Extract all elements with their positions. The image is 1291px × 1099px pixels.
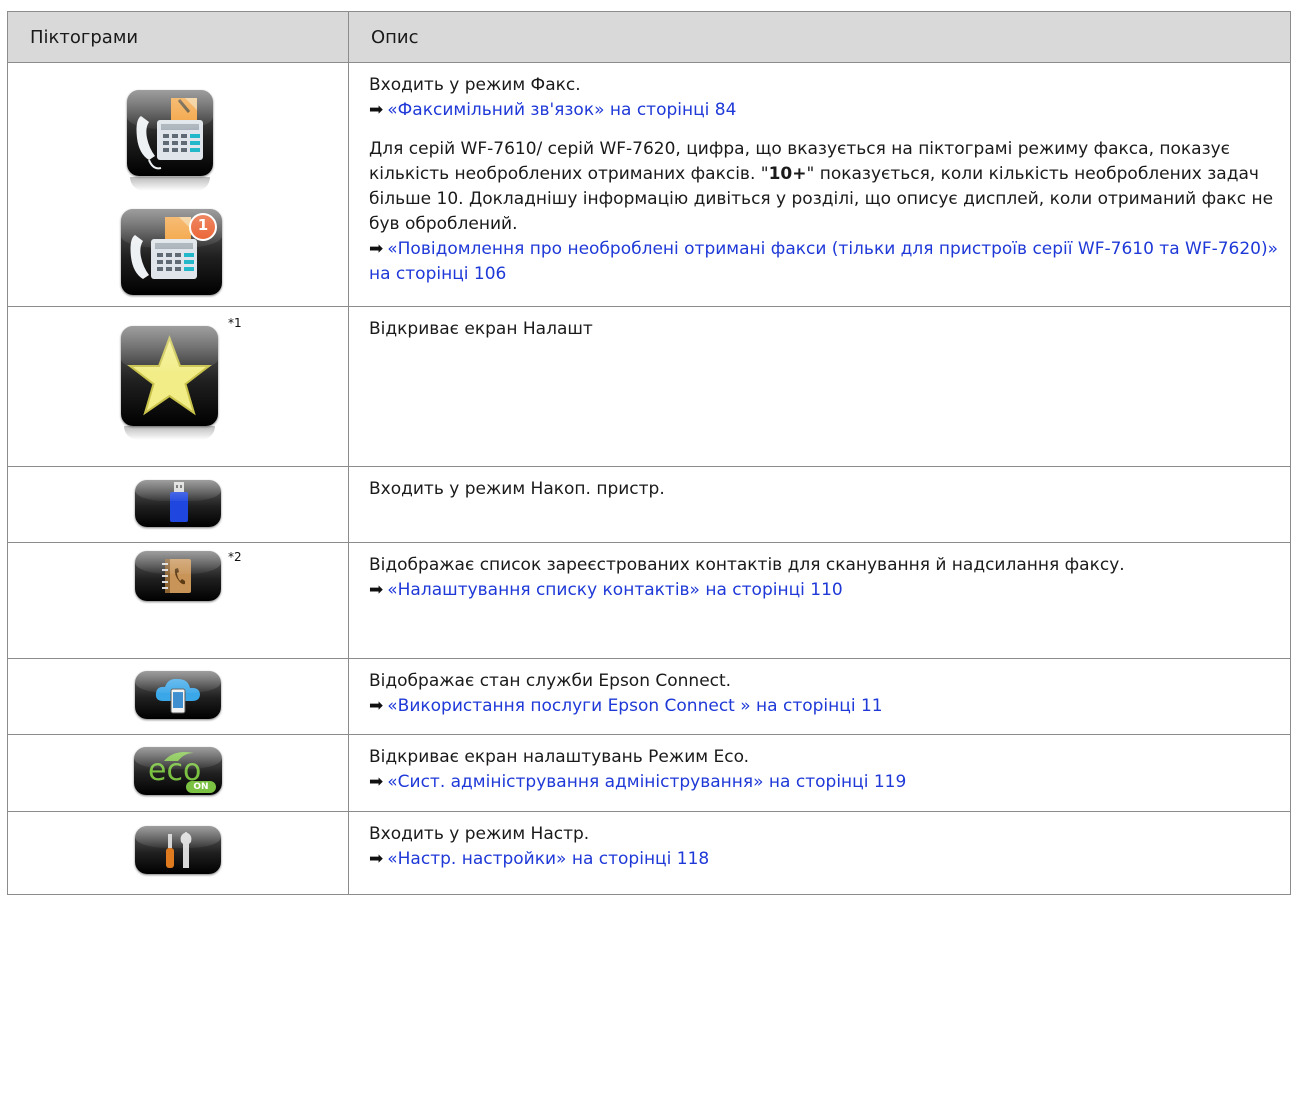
arrow-right-icon: ➡	[369, 580, 384, 600]
table-row: *2 Відображає список зареєстрованих конт…	[7, 542, 1291, 659]
eco-mode-icon: eco ON	[134, 747, 222, 795]
table-row: Входить у режим Накоп. пристр.	[7, 466, 1291, 543]
arrow-right-icon: ➡	[369, 696, 384, 716]
icon-cell	[7, 466, 349, 543]
desc-cell: Входить у режим Настр. ➡ «Настр. настройк…	[348, 811, 1291, 895]
icon-cell	[7, 811, 349, 895]
icon-cell	[7, 658, 349, 735]
desc-text: Входить у режим Накоп. пристр.	[369, 479, 665, 499]
icon-cell: *1	[7, 306, 349, 467]
desc-text: Відкриває екран налаштувань Режим Eco.	[369, 747, 750, 767]
contacts-book-icon	[135, 551, 221, 601]
desc-text: Входить у режим Факс.	[369, 75, 581, 95]
table-row: 1 Входить у режим Факс. ➡ «Факсимільний з…	[7, 62, 1291, 307]
favorites-star-icon	[121, 326, 218, 426]
link-unprocessed-faxes[interactable]: «Повідомлення про необроблені отримані ф…	[369, 239, 1278, 284]
link-fax-communication[interactable]: «Факсимільний зв'язок» на сторінці 84	[387, 100, 736, 120]
footnote-marker: *2	[228, 550, 242, 564]
setup-tools-icon	[135, 826, 221, 874]
arrow-right-icon: ➡	[369, 239, 384, 259]
link-system-administration[interactable]: «Сист. адміністрування адміністрування» …	[387, 772, 906, 792]
icon-cell: 1	[7, 62, 349, 307]
cloud-connect-icon	[135, 671, 221, 719]
icons-table: Піктограми Опис 1 Входить у режим Факс. …	[7, 11, 1291, 895]
footnote-marker: *1	[228, 316, 242, 330]
arrow-right-icon: ➡	[369, 772, 384, 792]
desc-text: Входить у режим Настр.	[369, 824, 590, 844]
header-description: Опис	[348, 11, 1291, 63]
arrow-right-icon: ➡	[369, 849, 384, 869]
fax-icon	[127, 90, 213, 176]
icon-cell: eco ON	[7, 734, 349, 812]
desc-text: Відображає стан служби Epson Connect.	[369, 671, 732, 691]
fax-badge-count: 1	[197, 216, 209, 234]
table-row: Відображає стан служби Epson Connect. ➡ «…	[7, 658, 1291, 735]
arrow-right-icon: ➡	[369, 100, 384, 120]
eco-on-badge: ON	[193, 782, 209, 792]
desc-cell: Відкриває екран налаштувань Режим Eco. ➡…	[348, 734, 1291, 812]
icon-cell: *2	[7, 542, 349, 659]
desc-cell: Входить у режим Факс. ➡ «Факсимільний зв'…	[348, 62, 1291, 307]
header-icons: Піктограми	[7, 11, 349, 63]
desc-cell: Відкриває екран Налашт	[348, 306, 1291, 467]
desc-paragraph: Для серій WF-7610/ серій WF-7620, цифра,…	[369, 139, 1274, 234]
desc-cell: Відображає список зареєстрованих контакт…	[348, 542, 1291, 659]
table-row: eco ON Відкриває екран налаштувань Режим…	[7, 734, 1291, 812]
link-epson-connect[interactable]: «Використання послуги Epson Connect » на…	[387, 696, 882, 716]
table-row: *1 Відкриває екран Налашт	[7, 306, 1291, 467]
desc-text: Відкриває екран Налашт	[369, 319, 593, 339]
table-header-row: Піктограми Опис	[7, 11, 1291, 63]
link-setup-settings[interactable]: «Настр. настройки» на сторінці 118	[387, 849, 709, 869]
fax-unread-icon: 1	[121, 209, 222, 295]
desc-cell: Входить у режим Накоп. пристр.	[348, 466, 1291, 543]
table-row: Входить у режим Настр. ➡ «Настр. настройк…	[7, 811, 1291, 895]
usb-drive-icon	[135, 480, 221, 527]
desc-text: Відображає список зареєстрованих контакт…	[369, 555, 1125, 575]
link-contacts-settings[interactable]: «Налаштування списку контактів» на сторі…	[387, 580, 842, 600]
desc-cell: Відображає стан служби Epson Connect. ➡ «…	[348, 658, 1291, 735]
